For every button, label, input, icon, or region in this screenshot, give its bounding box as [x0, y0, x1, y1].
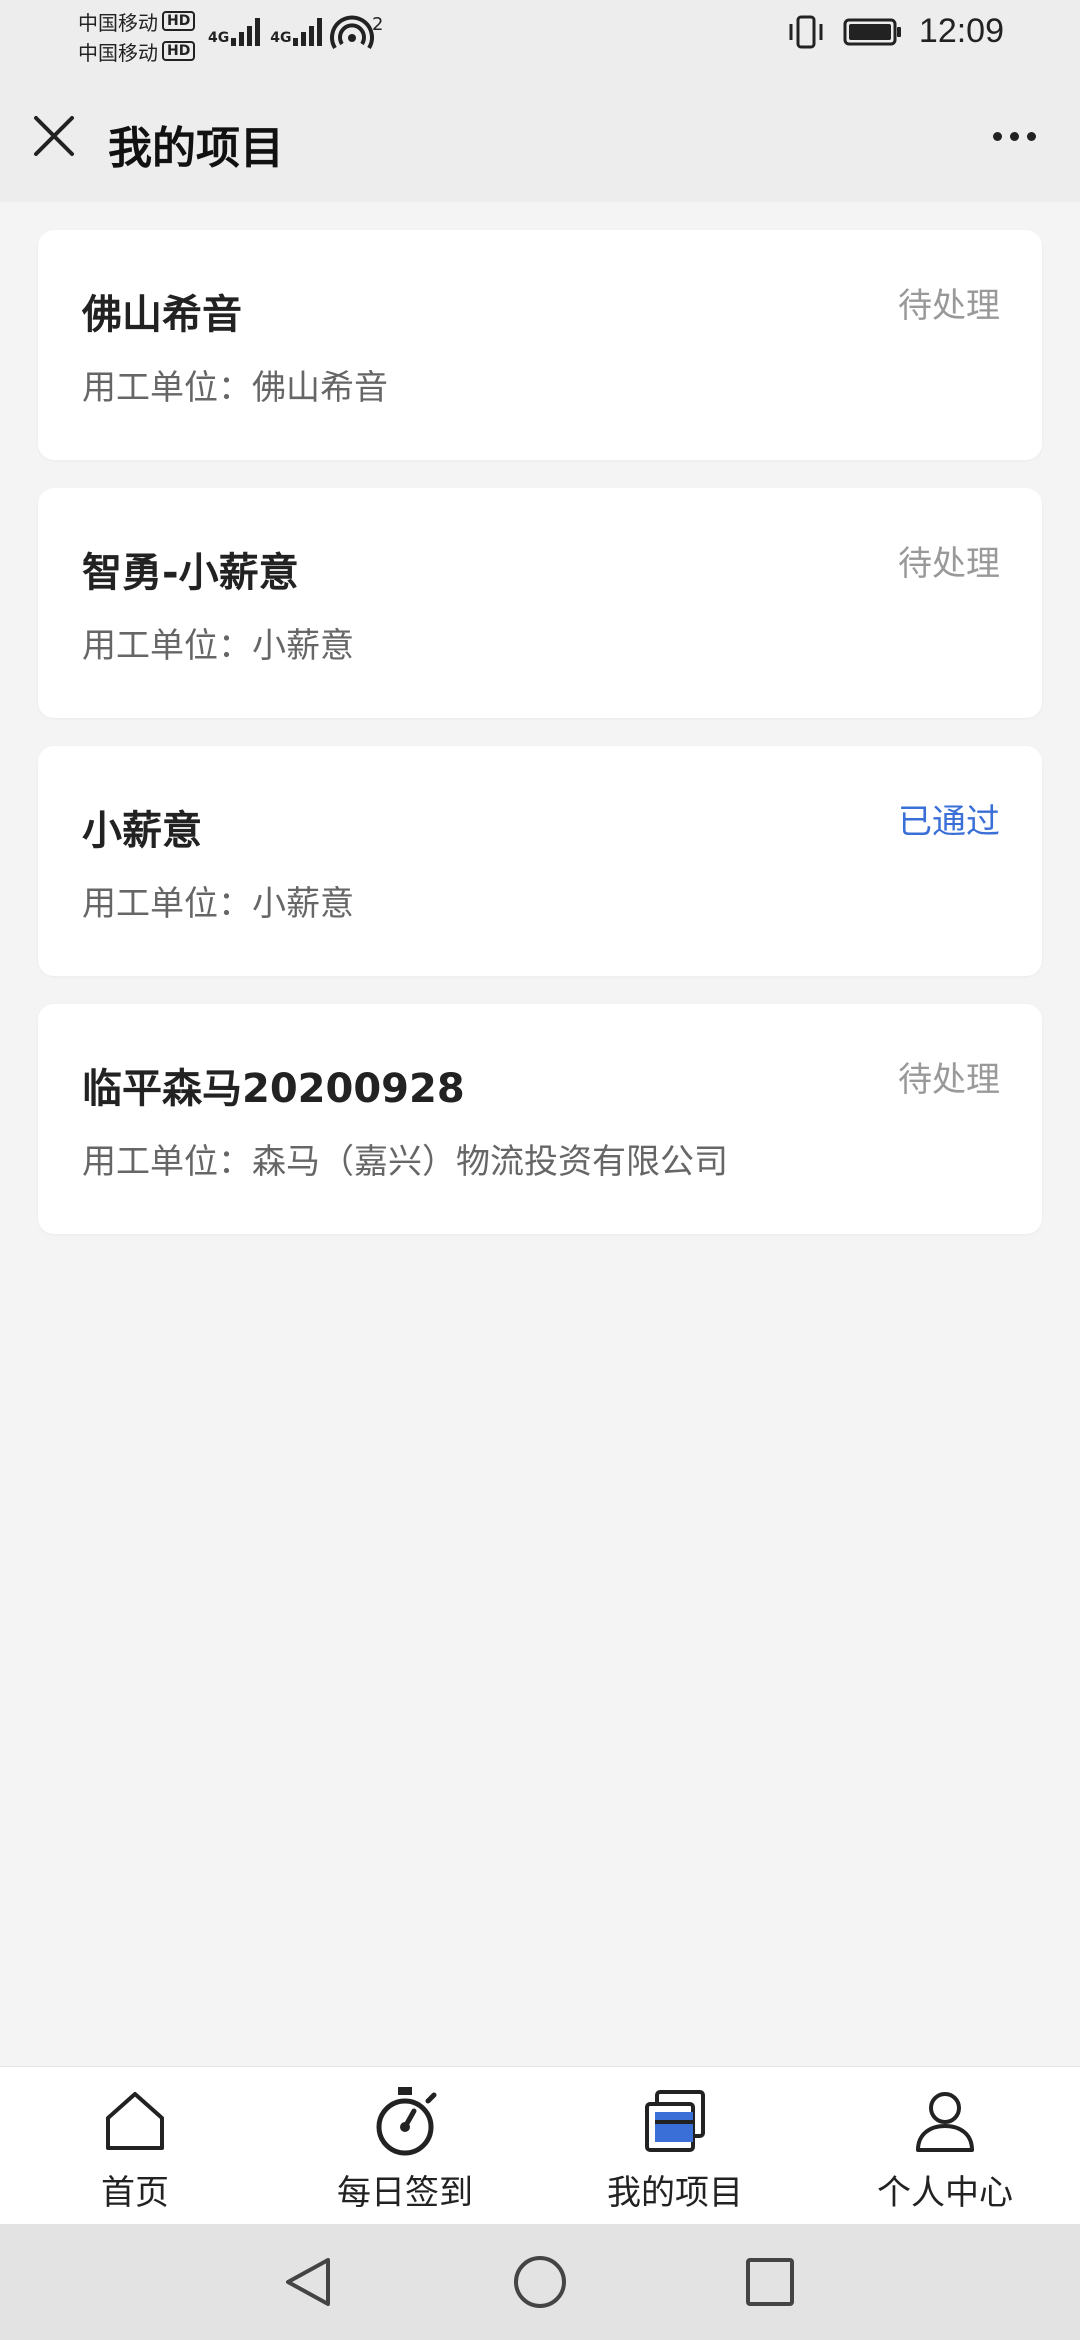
project-status: 待处理: [898, 1060, 1000, 1100]
close-icon: [34, 116, 74, 156]
carrier-line-2: 中国移动 HD: [78, 36, 208, 66]
project-card[interactable]: 临平森马20200928 待处理 用工单位：森马（嘉兴）物流投资有限公司: [38, 1004, 1042, 1234]
project-employer: 用工单位：佛山希音: [82, 368, 388, 408]
tab-home[interactable]: 首页: [0, 2067, 270, 2225]
project-status: 待处理: [898, 286, 1000, 326]
status-right: 12:09: [785, 12, 1004, 51]
more-icon: [992, 131, 1002, 141]
project-status: 已通过: [898, 802, 1000, 842]
project-employer: 用工单位：小薪意: [82, 884, 354, 924]
project-name: 智勇-小薪意: [82, 550, 299, 596]
home-nav-button[interactable]: [510, 2252, 570, 2312]
tab-checkin[interactable]: 每日签到: [270, 2067, 540, 2225]
person-icon: [916, 2092, 974, 2152]
project-list: 佛山希音 待处理 用工单位：佛山希音 智勇-小薪意 待处理 用工单位：小薪意 小…: [38, 230, 1042, 1262]
carrier-line-1: 中国移动 HD: [78, 6, 208, 36]
header: 我的项目: [0, 72, 1080, 202]
back-button[interactable]: [278, 2252, 338, 2312]
tab-label: 首页: [101, 2173, 169, 2213]
carrier-name: 中国移动: [78, 40, 158, 65]
more-icon: [1009, 131, 1019, 141]
home-icon: [106, 2092, 164, 2150]
project-employer: 用工单位：小薪意: [82, 626, 354, 666]
stopwatch-icon: [376, 2087, 437, 2156]
vibrate-icon: [789, 15, 823, 48]
project-name: 临平森马20200928: [82, 1066, 465, 1112]
tab-label: 我的项目: [607, 2173, 743, 2213]
back-icon: [286, 2258, 330, 2306]
network-type: 4G: [208, 30, 230, 46]
project-card[interactable]: 小薪意 已通过 用工单位：小薪意: [38, 746, 1042, 976]
page-title: 我的项目: [108, 123, 284, 174]
hd-badge: HD: [162, 41, 196, 61]
home-circle-icon: [514, 2256, 566, 2308]
close-button[interactable]: [24, 106, 84, 166]
more-button[interactable]: [972, 106, 1056, 166]
page: 中国移动 HD 中国移动 HD 4G 4G 2 12:09 我的项目 佛山希音 …: [0, 0, 1080, 2340]
project-card[interactable]: 佛山希音 待处理 用工单位：佛山希音: [38, 230, 1042, 460]
status-bar: 中国移动 HD 中国移动 HD 4G 4G 2 12:09: [0, 0, 1080, 72]
recents-button[interactable]: [740, 2252, 800, 2312]
tab-profile[interactable]: 个人中心: [810, 2067, 1080, 2225]
recents-icon: [746, 2258, 794, 2306]
tab-label: 个人中心: [877, 2173, 1013, 2213]
project-name: 佛山希音: [82, 292, 242, 338]
carrier-info: 中国移动 HD 中国移动 HD: [78, 6, 208, 66]
network-type: 4G: [270, 30, 292, 46]
clock: 12:09: [918, 12, 1004, 50]
tab-label: 每日签到: [337, 2173, 473, 2213]
project-name: 小薪意: [82, 808, 202, 854]
system-nav-bar: [0, 2224, 1080, 2340]
hd-badge: HD: [162, 11, 196, 31]
projects-icon: [645, 2090, 705, 2152]
more-icon: [1026, 131, 1036, 141]
tab-my-projects[interactable]: 我的项目: [540, 2067, 810, 2225]
carrier-name: 中国移动: [78, 10, 158, 35]
hotspot-count: 2: [372, 14, 384, 35]
tab-bar: 首页 每日签到 我的项目 个人中心: [0, 2066, 1080, 2224]
project-employer: 用工单位：森马（嘉兴）物流投资有限公司: [82, 1142, 728, 1182]
project-card[interactable]: 智勇-小薪意 待处理 用工单位：小薪意: [38, 488, 1042, 718]
battery-icon: [843, 18, 901, 45]
project-status: 待处理: [898, 544, 1000, 584]
signal-icon: 4G 4G: [208, 16, 323, 46]
hotspot-icon: [330, 15, 374, 50]
